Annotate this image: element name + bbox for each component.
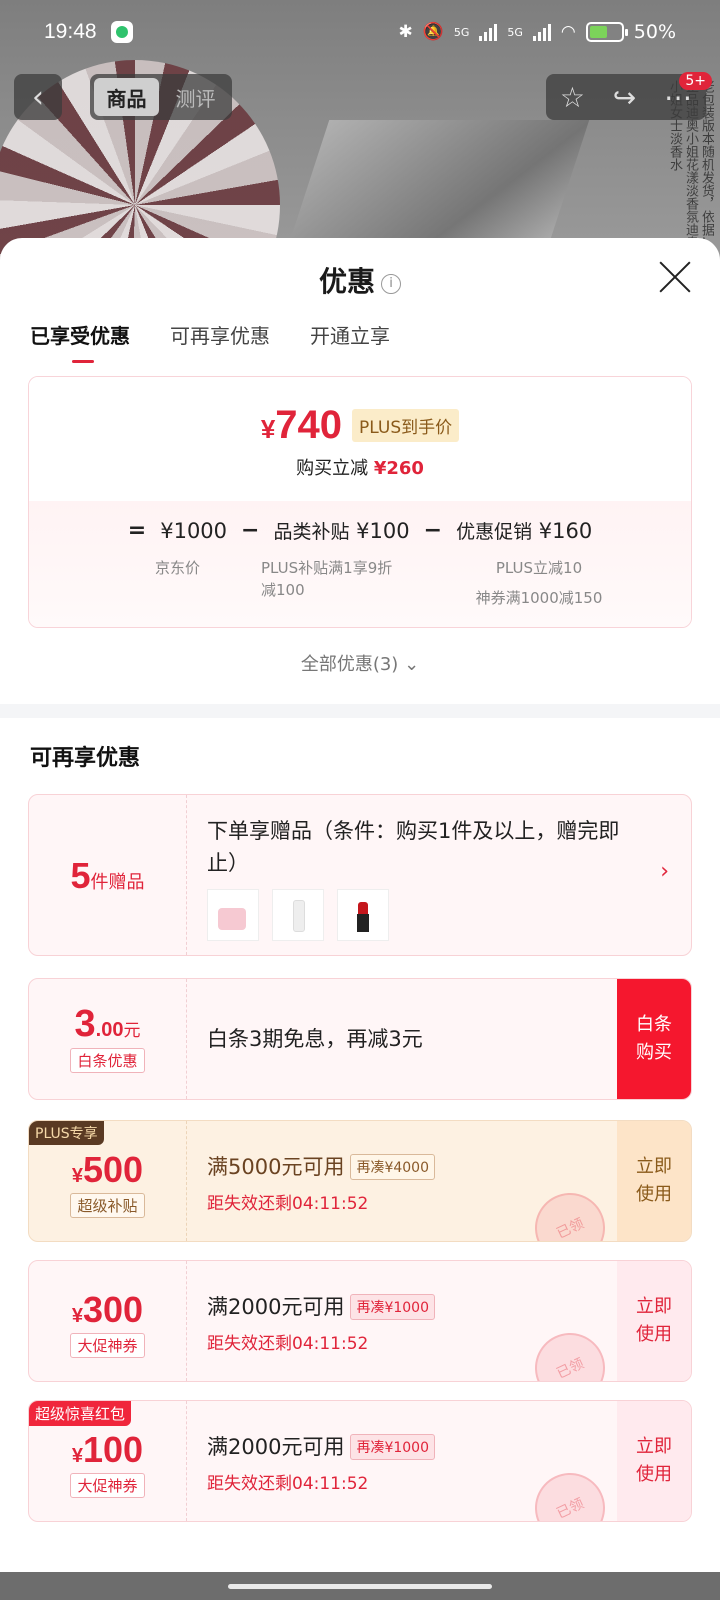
net-5g-label-2: 5G: [507, 25, 523, 39]
section-title: 可再享优惠: [30, 746, 141, 771]
tab-open-to-enjoy[interactable]: 开通立享: [310, 320, 390, 363]
use-now-button[interactable]: 立即使用: [617, 1261, 691, 1381]
coupon-chip: 再凑¥4000: [350, 1154, 435, 1180]
offer-tabs: 已享受优惠 可再享优惠 开通立享: [30, 320, 390, 363]
gift-count: 5件赠品: [70, 855, 145, 896]
instant-reduction: 购买立减 ¥260: [296, 458, 424, 479]
tab-more-offers[interactable]: 可再享优惠: [170, 320, 270, 363]
coupon-tag: 大促神券: [70, 1333, 145, 1358]
chevron-right-icon: ›: [660, 859, 669, 884]
baitiao-buy-button[interactable]: 白条购买: [617, 979, 691, 1099]
wifi-icon: ◠: [560, 22, 576, 42]
promo-discount: 优惠促销 ¥160: [456, 519, 593, 543]
coupon-card: ¥100 大促神券 超级惊喜红包 满2000元可用 再凑¥1000 距失效还剩04…: [28, 1400, 692, 1522]
coupon-chip: 再凑¥1000: [350, 1294, 435, 1320]
mute-icon: 🔕: [422, 22, 444, 42]
gift-thumbnails: [207, 889, 641, 945]
gift-lipstick-image: [337, 889, 390, 941]
message-app-icon: [110, 21, 133, 43]
chevron-left-icon: ‹: [32, 79, 44, 115]
final-price: ¥740: [260, 403, 343, 447]
baitiao-description: 白条3期免息，再减3元: [207, 1027, 423, 1051]
use-now-button[interactable]: 立即使用: [617, 1401, 691, 1521]
section-divider: [0, 704, 720, 718]
coupon-amount: ¥500: [71, 1149, 144, 1190]
jd-price-note: 京东价: [155, 559, 201, 577]
sheet-title: 优惠: [318, 265, 375, 298]
category-note: PLUS补贴满1享9折减100: [261, 559, 393, 599]
battery-icon: [585, 22, 628, 42]
tab-goods[interactable]: 商品: [94, 78, 159, 116]
gift-card[interactable]: 5件赠品 下单享赠品（条件：购买1件及以上，赠完即止） ›: [28, 794, 692, 956]
coupon-amount: ¥100: [71, 1429, 144, 1470]
home-indicator[interactable]: [0, 1572, 720, 1600]
coupon-chip: 再凑¥1000: [350, 1434, 435, 1460]
gift-cream-image: [207, 889, 259, 941]
price-summary-card: ¥740 PLUS到手价 购买立减 ¥260 = ¥1000 − 品类补贴 ¥1…: [28, 376, 692, 628]
info-icon[interactable]: i: [381, 274, 401, 294]
product-tabs: 商品 测评: [90, 74, 232, 120]
signal-icon: [479, 23, 498, 41]
battery-percent: 50%: [633, 21, 676, 43]
product-actions: ☆ ↪ ⋯ 5+: [546, 72, 712, 120]
coupon-condition: 满2000元可用 再凑¥1000: [207, 1291, 611, 1321]
gift-description: 下单享赠品（条件：购买1件及以上，赠完即止）: [207, 819, 620, 875]
all-offers-link[interactable]: 全部优惠(3) ⌄: [0, 650, 720, 676]
tab-review[interactable]: 测评: [163, 78, 228, 116]
price-breakdown: = ¥1000 − 品类补贴 ¥100 − 优惠促销 ¥160: [127, 518, 593, 543]
coupon-tag: 超级补贴: [70, 1193, 145, 1218]
coupon-card: ¥500 超级补贴 PLUS专享 满5000元可用 再凑¥4000 距失效还剩04…: [28, 1120, 692, 1242]
plus-price-tag: PLUS到手价: [352, 409, 460, 442]
coupon-condition: 满2000元可用 再凑¥1000: [207, 1431, 611, 1461]
baitiao-card: 3.00元 白条优惠 白条3期免息，再减3元 白条购买: [28, 978, 692, 1100]
baitiao-amount: 3.00元: [74, 1003, 141, 1045]
plus-exclusive-badge: PLUS专享: [29, 1121, 104, 1145]
category-subsidy: 品类补贴 ¥100: [273, 519, 410, 543]
product-top-nav: ‹ 商品 测评 ☆ ↪ ⋯ 5+: [14, 72, 712, 120]
gift-tube-image: [272, 889, 325, 941]
baitiao-tag: 白条优惠: [70, 1048, 145, 1073]
coupon-card: ¥300 大促神券 满2000元可用 再凑¥1000 距失效还剩04:11:52 …: [28, 1260, 692, 1382]
chevron-down-icon: ⌄: [404, 654, 420, 675]
coupon-amount: ¥300: [71, 1289, 144, 1330]
tab-enjoyed-offers[interactable]: 已享受优惠: [30, 320, 130, 363]
use-now-button[interactable]: 立即使用: [617, 1121, 691, 1241]
clock: 19:48: [44, 20, 97, 43]
super-surprise-badge: 超级惊喜红包: [29, 1401, 132, 1426]
status-bar: 19:48 ✱ 🔕 5G 5G ◠ 50%: [0, 0, 720, 64]
close-icon[interactable]: [658, 260, 692, 294]
bluetooth-icon: ✱: [398, 22, 413, 42]
jd-price: ¥1000: [160, 518, 228, 543]
back-button[interactable]: ‹: [14, 74, 62, 120]
sheet-header: 优惠 i: [0, 260, 720, 300]
message-badge: 5+: [679, 72, 712, 90]
favorite-star-icon[interactable]: ☆: [560, 81, 585, 114]
share-icon[interactable]: ↪: [613, 81, 636, 114]
signal-icon-2: [532, 23, 551, 41]
offers-sheet: 优惠 i 已享受优惠 可再享优惠 开通立享 ¥740 PLUS到手价 购买立减 ¥…: [0, 238, 720, 1572]
coupon-condition: 满5000元可用 再凑¥4000: [207, 1151, 611, 1181]
promo-note: PLUS立减10 神券满1000减150: [475, 559, 603, 607]
coupon-tag: 大促神券: [70, 1473, 145, 1498]
net-5g-label: 5G: [453, 25, 470, 39]
